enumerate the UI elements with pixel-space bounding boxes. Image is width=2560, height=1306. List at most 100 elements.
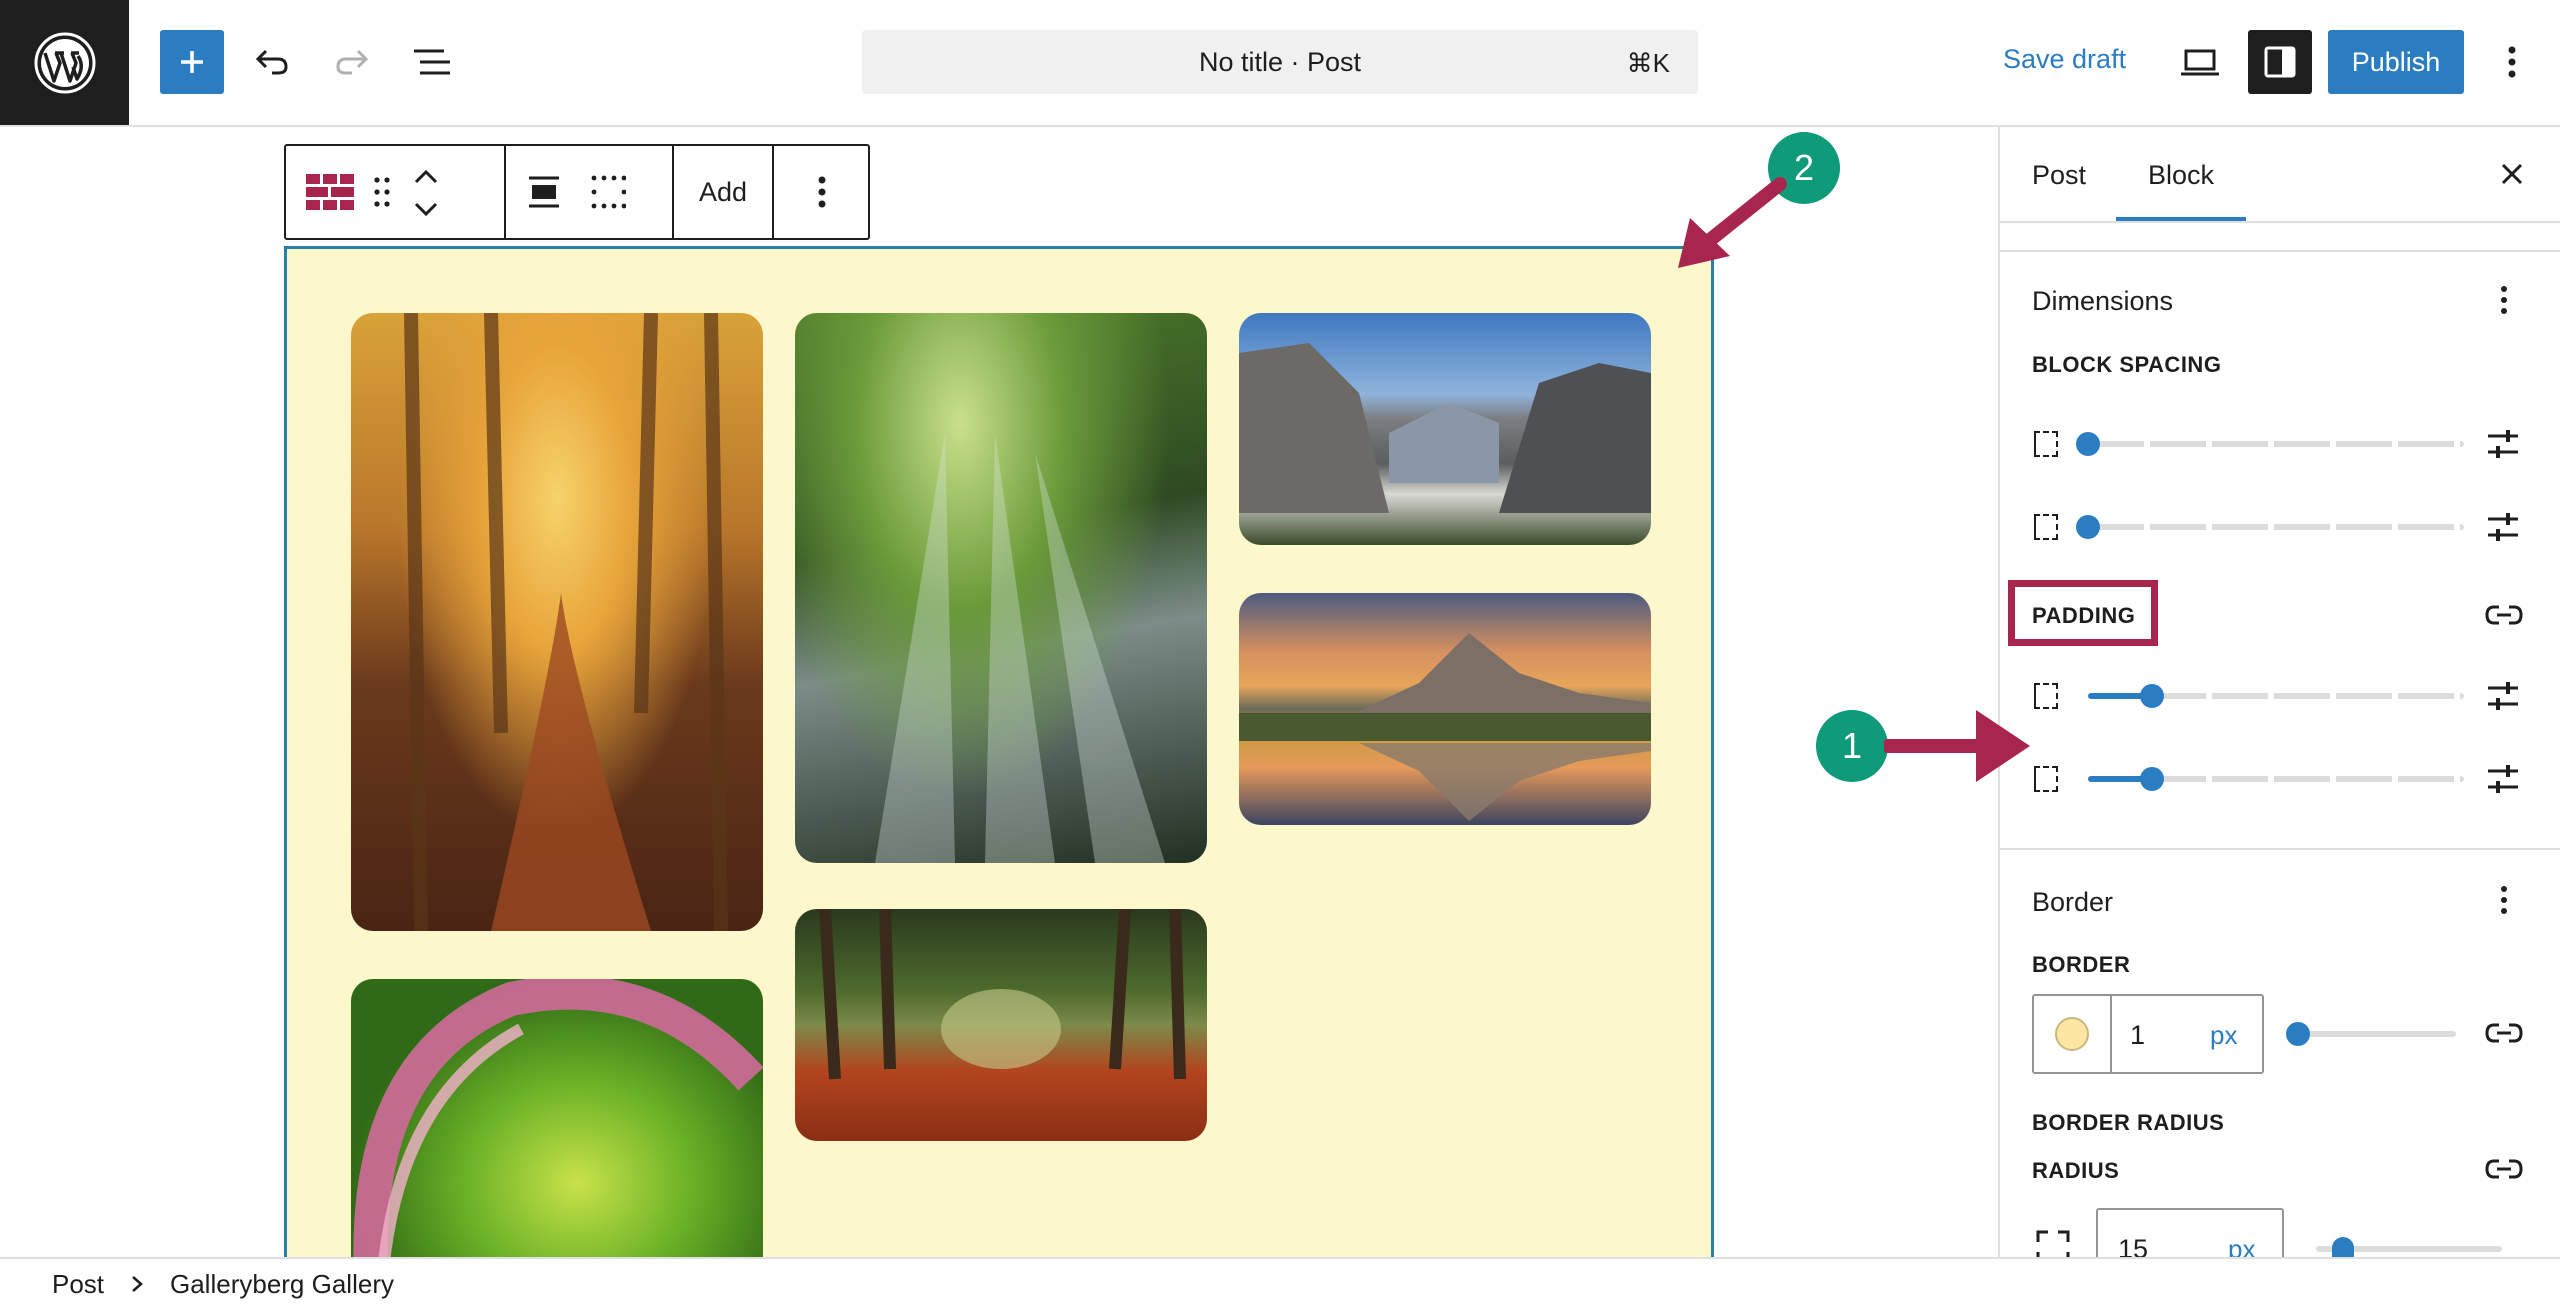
add-block-button[interactable] (160, 30, 224, 94)
unlink-sides-button[interactable] (2484, 598, 2524, 632)
gallery-block-icon[interactable] (304, 172, 356, 212)
border-unit-select[interactable]: px (2210, 1020, 2237, 1051)
forest-trail-art (819, 909, 1186, 1080)
breadcrumb-post[interactable]: Post (52, 1269, 104, 1300)
border-heading: Border (2032, 887, 2114, 917)
drag-handle[interactable] (366, 172, 398, 212)
mountain-art (1239, 343, 1651, 513)
annotation-arrow-2 (1678, 177, 1787, 268)
undo-icon (255, 49, 288, 75)
link-icon (2485, 1159, 2523, 1179)
slider-thumb[interactable] (2076, 515, 2100, 539)
custom-spacing-button[interactable] (2486, 426, 2520, 462)
radius-value: 15 (2118, 1234, 2149, 1257)
layout-button[interactable] (582, 172, 634, 212)
gallery-block[interactable] (284, 246, 1714, 1286)
editor-header: No title · Post ⌘K Save draft Publish (0, 0, 2560, 127)
wordpress-logo[interactable] (0, 0, 129, 125)
block-spacing-label: BLOCK SPACING (2032, 352, 2222, 377)
section-divider (2000, 848, 2560, 850)
border-color-swatch (2055, 1017, 2089, 1051)
close-sidebar-button[interactable] (2492, 150, 2532, 198)
border-color-button[interactable] (2034, 996, 2112, 1072)
undo-button[interactable] (244, 30, 300, 94)
border-width-input[interactable]: 1 (2130, 1020, 2145, 1051)
more-vertical-icon (818, 176, 826, 208)
preview-button[interactable] (2172, 30, 2228, 94)
slider-thumb[interactable] (2140, 684, 2164, 708)
drag-handle-icon (374, 177, 390, 207)
chevron-right-icon (132, 1276, 143, 1292)
vertical-spacing-icon (2034, 431, 2058, 457)
sliders-icon (2488, 765, 2518, 793)
radius-corners-icon (2036, 1230, 2070, 1257)
publish-button[interactable]: Publish (2328, 30, 2464, 94)
lake-art (1239, 633, 1651, 821)
link-icon (2485, 605, 2523, 625)
gallery-image-mountain-valley[interactable] (1239, 313, 1651, 545)
command-shortcut: ⌘K (1626, 48, 1670, 78)
border-radius-label: BORDER RADIUS (2032, 1110, 2225, 1135)
corners-icon (2036, 1230, 2070, 1257)
link-icon (2485, 1023, 2523, 1043)
custom-padding-button[interactable] (2486, 761, 2520, 797)
slider-thumb[interactable] (2286, 1022, 2310, 1046)
command-palette-button[interactable]: No title · Post ⌘K (862, 30, 1698, 94)
dimensions-heading: Dimensions (2032, 286, 2174, 316)
slider-thumb[interactable] (2140, 767, 2164, 791)
close-icon (2501, 163, 2523, 185)
slider-thumb[interactable] (2332, 1237, 2354, 1257)
options-button[interactable] (2492, 30, 2532, 94)
border-options-button[interactable] (2494, 878, 2514, 922)
dimensions-options-button[interactable] (2494, 278, 2514, 322)
unlink-radius-button[interactable] (2484, 1152, 2524, 1186)
gallery-grid-icon (306, 174, 354, 210)
radius-input[interactable]: 15 px (2096, 1208, 2284, 1257)
gallery-image-blossom-frame[interactable] (351, 979, 763, 1286)
block-spacing-horizontal-slider[interactable] (2088, 524, 2464, 530)
breadcrumb: Post Galleryberg Gallery (0, 1257, 2560, 1306)
more-vertical-icon (2501, 886, 2507, 914)
custom-spacing-button[interactable] (2486, 509, 2520, 545)
align-button[interactable] (518, 172, 570, 212)
plus-icon (181, 51, 203, 73)
sliders-icon (2488, 513, 2518, 541)
add-images-button[interactable]: Add (676, 146, 770, 238)
more-vertical-icon (2508, 46, 2516, 78)
redo-button[interactable] (324, 30, 380, 94)
blossom-art (353, 979, 763, 1286)
move-block-buttons[interactable] (406, 166, 446, 220)
list-view-icon (414, 49, 450, 75)
block-toolbar: Add (284, 144, 870, 240)
breadcrumb-gallery[interactable]: Galleryberg Gallery (170, 1269, 394, 1300)
border-width-slider[interactable] (2296, 1031, 2456, 1037)
sliders-icon (2488, 430, 2518, 458)
tab-post[interactable]: Post (2032, 160, 2086, 191)
annotation-arrow-1 (1884, 710, 2030, 782)
custom-padding-button[interactable] (2486, 678, 2520, 714)
save-draft-button[interactable]: Save draft (2003, 44, 2126, 75)
gallery-image-lake-reflection[interactable] (1239, 593, 1651, 825)
settings-sidebar-toggle[interactable] (2248, 30, 2312, 94)
annotation-badge-1: 1 (1816, 710, 1888, 782)
padding-label: PADDING (2032, 603, 2136, 628)
document-overview-button[interactable] (404, 30, 460, 94)
padding-vertical-icon (2034, 683, 2058, 709)
radius-unit-select[interactable]: px (2228, 1234, 2255, 1257)
border-label: BORDER (2032, 952, 2131, 977)
sliders-icon (2488, 682, 2518, 710)
border-control: 1 px (2032, 994, 2264, 1074)
align-wide-icon (529, 176, 559, 208)
gallery-image-forest-trail[interactable] (795, 909, 1207, 1141)
tab-block[interactable]: Block (2148, 160, 2214, 191)
sidebar-icon (2264, 46, 2296, 78)
document-title: No title · Post (1198, 46, 1362, 77)
block-options-button[interactable] (776, 146, 868, 238)
autumn-trees-art (404, 313, 728, 931)
unlink-border-button[interactable] (2484, 1016, 2524, 1050)
slider-thumb[interactable] (2076, 432, 2100, 456)
block-spacing-vertical-slider[interactable] (2088, 441, 2464, 447)
gallery-image-sunbeam-forest[interactable] (795, 313, 1207, 863)
gallery-image-autumn-path[interactable] (351, 313, 763, 931)
grid-dots-icon (591, 175, 626, 209)
